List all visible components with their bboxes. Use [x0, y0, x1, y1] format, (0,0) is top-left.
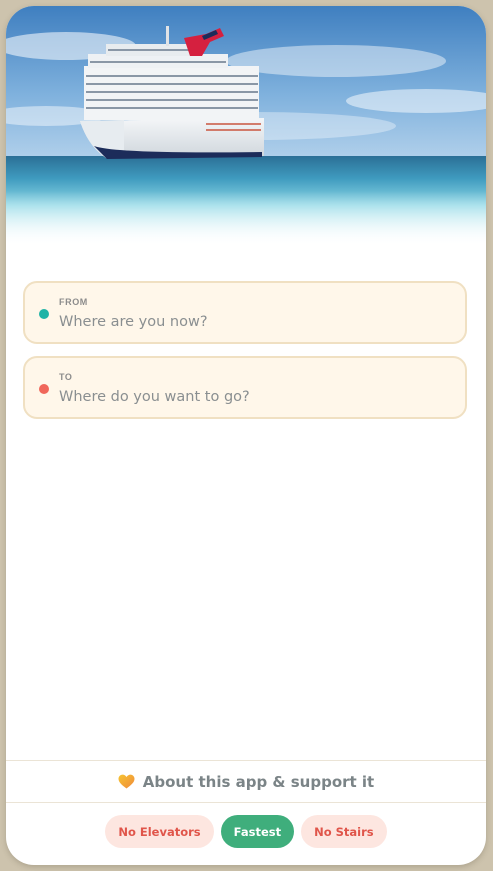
- heart-icon: [118, 774, 135, 789]
- hero-image: [6, 6, 486, 246]
- about-link[interactable]: About this app & support it: [6, 761, 486, 802]
- from-dot-icon: [39, 309, 49, 319]
- to-dot-icon: [39, 384, 49, 394]
- app-window: FROM TO About this app & support it No: [6, 6, 486, 865]
- from-input[interactable]: [59, 311, 439, 333]
- no-stairs-button[interactable]: No Stairs: [301, 815, 387, 848]
- about-link-label: About this app & support it: [142, 772, 375, 791]
- to-label: TO: [59, 372, 73, 382]
- no-elevators-button[interactable]: No Elevators: [105, 815, 214, 848]
- route-mode-options: No Elevators Fastest No Stairs: [6, 815, 486, 849]
- footer-divider-bottom: [6, 802, 486, 803]
- to-input[interactable]: [59, 386, 439, 408]
- to-field[interactable]: TO: [23, 356, 467, 419]
- cruise-ship-illustration: [6, 6, 486, 246]
- from-label: FROM: [59, 297, 88, 307]
- fastest-button[interactable]: Fastest: [220, 815, 295, 848]
- from-field[interactable]: FROM: [23, 281, 467, 344]
